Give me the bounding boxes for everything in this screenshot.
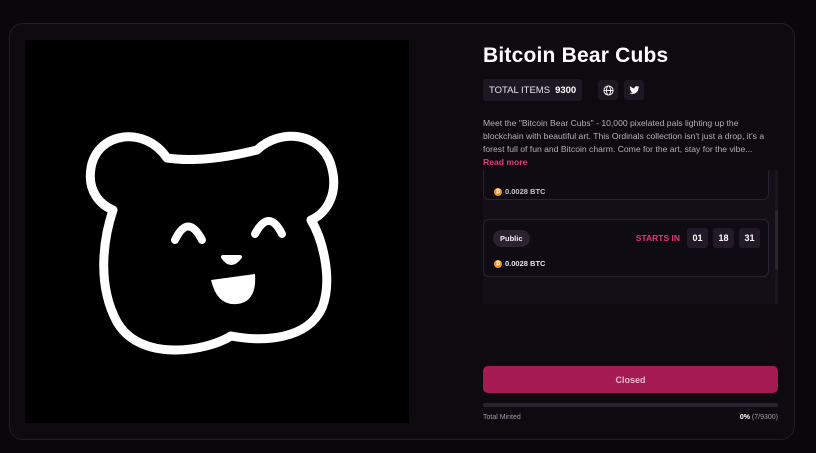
mint-progress-bar bbox=[483, 403, 778, 407]
bitcoin-icon: ₿ bbox=[494, 259, 502, 268]
total-items-label: TOTAL ITEMS bbox=[489, 84, 551, 96]
total-minted-value: 0% (7/9300) bbox=[740, 414, 778, 421]
minted-percent: 0% bbox=[739, 414, 750, 421]
collection-image bbox=[25, 40, 409, 423]
bitcoin-icon: ₿ bbox=[494, 187, 502, 196]
phase-price: ₿ 0.0028 BTC bbox=[494, 259, 545, 268]
description-text: Meet the "Bitcoin Bear Cubs" - 10,000 pi… bbox=[483, 118, 765, 155]
phase-card-previous: ₿ 0.0028 BTC bbox=[483, 170, 769, 200]
read-more-link[interactable]: Read more bbox=[483, 157, 527, 167]
collection-description: Meet the "Bitcoin Bear Cubs" - 10,000 pi… bbox=[483, 117, 775, 169]
countdown-minutes: 18 bbox=[713, 228, 734, 248]
starts-in-label: STARTS IN bbox=[635, 233, 680, 243]
total-items-badge: TOTAL ITEMS 9300 bbox=[483, 79, 583, 101]
website-link[interactable] bbox=[598, 80, 619, 100]
mint-phases-list[interactable]: ₿ 0.0028 BTC Public STARTS IN 01 18 31 ₿… bbox=[483, 170, 778, 304]
bear-logo-icon bbox=[85, 131, 339, 355]
total-minted-label: Total Minted bbox=[483, 414, 521, 421]
countdown-seconds: 31 bbox=[739, 228, 760, 248]
globe-icon bbox=[603, 84, 614, 96]
mint-closed-button[interactable]: Closed bbox=[483, 366, 778, 393]
twitter-icon bbox=[629, 85, 640, 94]
phases-scrollbar[interactable] bbox=[775, 170, 778, 304]
phase-price-value: 0.0028 BTC bbox=[505, 259, 546, 268]
collection-meta: TOTAL ITEMS 9300 bbox=[483, 79, 645, 101]
collection-title: Bitcoin Bear Cubs bbox=[483, 44, 669, 67]
minted-count: (7/9300) bbox=[751, 414, 778, 421]
phase-card-public: Public STARTS IN 01 18 31 ₿ 0.0028 BTC bbox=[483, 219, 769, 277]
countdown: STARTS IN 01 18 31 bbox=[636, 228, 760, 248]
phase-stage-badge: Public bbox=[493, 230, 530, 247]
phase-price-value: 0.0028 BTC bbox=[505, 187, 546, 196]
phases-scrollbar-thumb[interactable] bbox=[775, 210, 778, 270]
countdown-hours: 01 bbox=[687, 228, 708, 248]
total-items-value: 9300 bbox=[555, 84, 577, 96]
phase-price: ₿ 0.0028 BTC bbox=[494, 187, 545, 196]
twitter-link[interactable] bbox=[624, 80, 645, 100]
